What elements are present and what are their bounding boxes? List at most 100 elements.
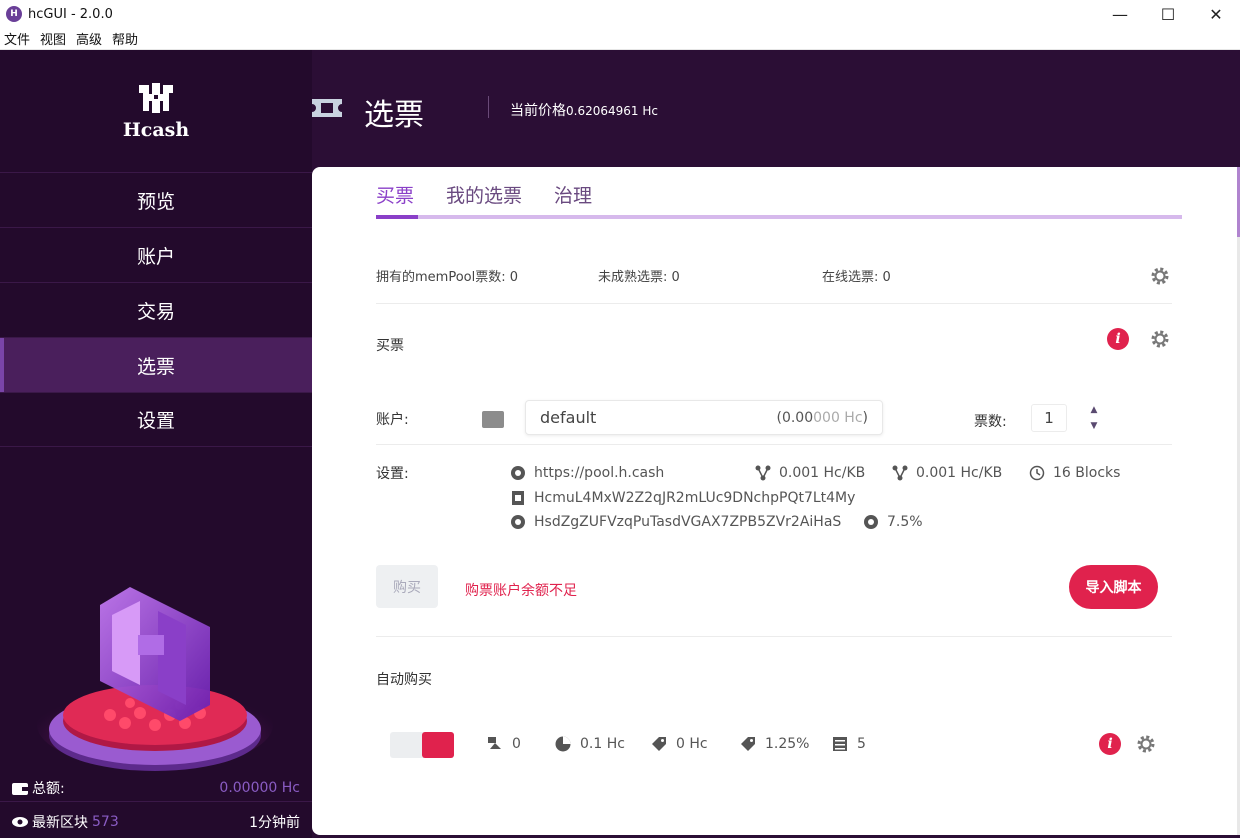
fee-icon [892, 465, 908, 481]
tab-my-tickets[interactable]: 我的选票 [446, 181, 522, 215]
tx-fee: 0.001 Hc/KB [892, 465, 1002, 481]
menu-bar: 文件 视图 高级 帮助 [0, 28, 1240, 50]
chevron-down-icon[interactable]: ▼ [1091, 421, 1098, 431]
window-titlebar: H hcGUI - 2.0.0 — ☐ ✕ [0, 0, 1240, 28]
info-icon[interactable]: i [1099, 733, 1121, 755]
sidebar-item-overview[interactable]: 预览 [0, 172, 312, 227]
fee-icon [755, 465, 771, 481]
wallet-icon [482, 411, 504, 428]
percent-tag-icon [741, 737, 755, 751]
total-label: 总额: [32, 781, 65, 797]
menu-advanced[interactable]: 高级 [72, 29, 108, 48]
clock-icon [1029, 465, 1045, 481]
sidebar-totals: 总额: 0.00000 Hc 最新区块 573 1分钟前 [0, 772, 312, 838]
toggle-knob [422, 732, 454, 758]
tab-underline [376, 215, 1182, 219]
settings-label: 设置: [376, 466, 409, 482]
window-controls: — ☐ ✕ [1096, 0, 1240, 28]
expiry-blocks: 16 Blocks [1029, 465, 1120, 481]
main-card: 买票 我的选票 治理 拥有的memPool票数: 0 未成熟选票: 0 在线选票… [312, 167, 1237, 835]
ticket-address: HcmuL4MxW2Z2qJR2mLUc9DNchpPQt7Lt4My [510, 490, 855, 506]
menu-file[interactable]: 文件 [0, 29, 36, 48]
gear-icon[interactable] [1149, 265, 1171, 287]
block-label: 最新区块 [32, 815, 88, 831]
mempool-count: 拥有的memPool票数: 0 [376, 270, 519, 285]
quantity-stepper[interactable]: ▲ ▼ [1088, 405, 1100, 431]
pool-icon [511, 515, 525, 529]
pie-icon [555, 736, 571, 752]
auto-buy-label: 自动购买 [376, 672, 432, 688]
tab-bar: 买票 我的选票 治理 [376, 181, 592, 215]
minimize-button[interactable]: — [1096, 0, 1144, 28]
buy-button[interactable]: 购买 [376, 565, 438, 608]
sidebar-nav: 预览 账户 交易 选票 设置 [0, 172, 312, 447]
tag-icon [652, 737, 666, 751]
tab-governance[interactable]: 治理 [554, 181, 592, 215]
menu-help[interactable]: 帮助 [108, 29, 144, 48]
balance-icon [488, 737, 501, 749]
buy-section-label: 买票 [376, 338, 404, 354]
auto-max-price-absolute: 0 Hc [650, 735, 708, 753]
price-label: 当前价格 [510, 103, 566, 119]
sidebar-item-accounts[interactable]: 账户 [0, 227, 312, 282]
tickets-count-input[interactable]: 1 [1031, 404, 1067, 432]
hcash-3d-illustration [37, 587, 273, 771]
insufficient-balance-warning: 购票账户余额不足 [465, 583, 577, 599]
sidebar-item-tickets[interactable]: 选票 [0, 337, 312, 392]
pool-icon [511, 466, 525, 480]
gear-icon[interactable] [1149, 328, 1171, 350]
sidebar: Hcash 预览 账户 交易 选票 设置 总额: 0.00000 Hc 最新区块… [0, 50, 312, 838]
live-count: 在线选票: 0 [822, 270, 891, 285]
chevron-up-icon[interactable]: ▲ [1091, 405, 1098, 415]
block-value: 573 [92, 814, 119, 830]
sidebar-item-label: 预览 [136, 190, 175, 213]
page-header: 选票 当前价格0.62064961 Hc [312, 50, 1240, 167]
total-balance-row: 总额: 0.00000 Hc [12, 776, 300, 800]
gear-icon[interactable] [1135, 733, 1157, 755]
info-icon[interactable]: i [1107, 328, 1129, 350]
total-value: 0.00000 Hc [219, 780, 300, 796]
sidebar-item-transactions[interactable]: 交易 [0, 282, 312, 337]
sidebar-item-label: 设置 [136, 410, 175, 432]
ticket-stats-row: 拥有的memPool票数: 0 未成熟选票: 0 在线选票: 0 [376, 266, 1186, 286]
hcash-logo-icon [139, 83, 173, 113]
divider [376, 303, 1172, 304]
ticket-address-icon [512, 491, 524, 505]
sidebar-item-label: 账户 [136, 245, 175, 268]
ticket-fee: 0.001 Hc/KB [755, 465, 865, 481]
auto-balance-to-maintain: 0 [486, 735, 521, 753]
auto-buy-toggle[interactable] [390, 732, 454, 758]
immature-count: 未成熟选票: 0 [598, 270, 680, 285]
menu-view[interactable]: 视图 [36, 29, 72, 48]
pool-fee-icon [864, 515, 878, 529]
max-per-block-icon [833, 737, 847, 751]
divider [376, 444, 1172, 445]
app-area: Hcash 预览 账户 交易 选票 设置 总额: 0.00000 Hc 最新区块… [0, 50, 1240, 838]
current-price: 当前价格0.62064961 Hc [510, 100, 658, 120]
tickets-label: 票数: [974, 414, 1007, 430]
sidebar-item-settings[interactable]: 设置 [0, 392, 312, 447]
maximize-button[interactable]: ☐ [1144, 0, 1192, 28]
header-divider [488, 96, 489, 118]
logo-text: Hcash [122, 119, 190, 141]
page-title: 选票 [364, 98, 424, 133]
wallet-icon [12, 783, 28, 795]
latest-block-row: 最新区块 573 1分钟前 [12, 810, 300, 834]
ticket-icon [312, 99, 342, 117]
account-name: default [540, 408, 597, 427]
account-label: 账户: [376, 412, 409, 428]
sidebar-item-label: 交易 [136, 300, 175, 323]
close-button[interactable]: ✕ [1192, 0, 1240, 28]
auto-max-price-relative: 1.25% [739, 735, 809, 753]
divider [376, 636, 1172, 637]
window-title: hcGUI - 2.0.0 [28, 6, 113, 22]
import-script-button[interactable]: 导入脚本 [1069, 565, 1158, 609]
tab-underline-active [376, 215, 418, 219]
account-select[interactable]: default (0.00000 Hc) [525, 400, 883, 435]
stake-pool-url: https://pool.h.cash [510, 465, 664, 481]
eye-icon [12, 817, 28, 827]
block-time: 1分钟前 [249, 815, 300, 831]
sidebar-divider [0, 801, 312, 802]
auto-max-per-block: 5 [831, 735, 866, 753]
tab-buy-tickets[interactable]: 买票 [376, 181, 414, 215]
